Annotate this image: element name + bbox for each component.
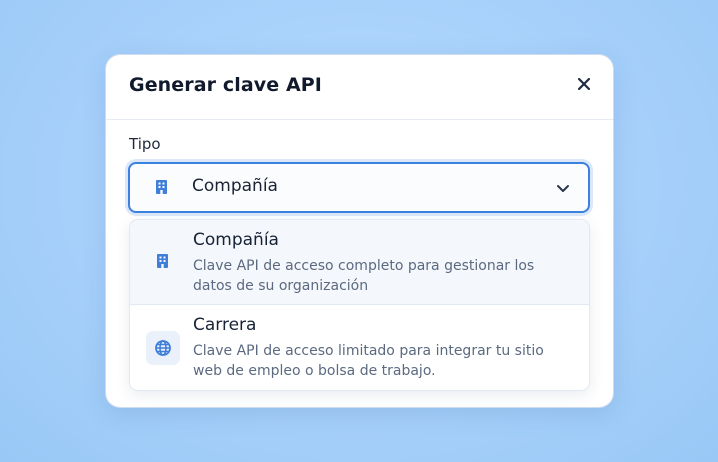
type-field-label: Tipo — [129, 135, 161, 153]
globe-icon — [155, 340, 171, 356]
option-title: Compañía — [193, 230, 279, 250]
type-dropdown-menu: Compañía Clave API de acceso completo pa… — [129, 219, 590, 391]
type-select-value: Compañía — [192, 176, 278, 196]
dialog-header: Generar clave API — [106, 55, 613, 120]
close-button[interactable] — [571, 71, 597, 97]
option-carrera[interactable]: Carrera Clave API de acceso limitado par… — [130, 305, 589, 390]
type-select[interactable]: Compañía — [128, 162, 590, 213]
option-title: Carrera — [193, 315, 257, 335]
generate-api-key-dialog: Generar clave API Tipo Compañía Compañía… — [106, 55, 613, 407]
option-compania[interactable]: Compañía Clave API de acceso completo pa… — [130, 220, 589, 305]
close-icon — [577, 77, 591, 91]
option-description: Clave API de acceso limitado para integr… — [193, 343, 544, 379]
building-icon — [157, 254, 168, 268]
chevron-down-icon — [557, 185, 569, 192]
option-icon-wrapper — [146, 244, 180, 278]
option-description: Clave API de acceso completo para gestio… — [193, 258, 535, 294]
building-icon — [156, 180, 167, 194]
option-icon-wrapper — [146, 331, 180, 365]
dialog-title: Generar clave API — [129, 74, 322, 96]
